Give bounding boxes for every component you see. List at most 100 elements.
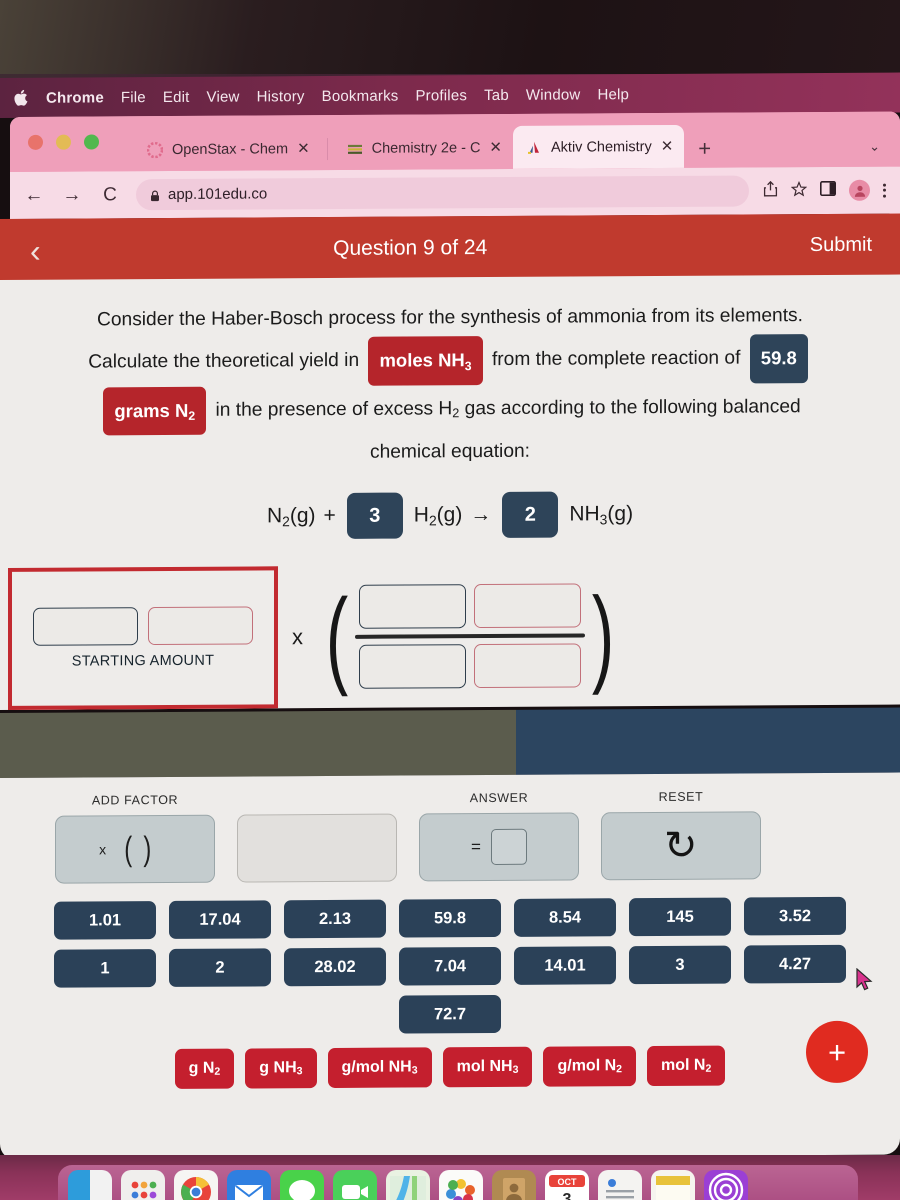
numerator-value-slot[interactable] bbox=[358, 584, 466, 629]
unit-button-g-nh3[interactable]: g NH 3 bbox=[245, 1048, 317, 1089]
minimize-window-button[interactable] bbox=[56, 134, 71, 150]
coefficient-h2[interactable]: 3 bbox=[346, 492, 403, 539]
finder-icon[interactable] bbox=[68, 1170, 112, 1200]
unit-text: g/mol NH bbox=[341, 1058, 412, 1076]
menu-item-file[interactable]: File bbox=[121, 89, 146, 106]
maps-icon[interactable] bbox=[386, 1170, 430, 1200]
tabs-container: OpenStax - Chem ✕ Chemistry 2e - C ✕ Akt… bbox=[134, 122, 711, 172]
keypad-button[interactable]: 4.27 bbox=[744, 944, 846, 984]
reload-icon[interactable]: C bbox=[98, 184, 122, 206]
podcasts-icon[interactable] bbox=[704, 1170, 748, 1200]
facetime-icon[interactable] bbox=[333, 1170, 377, 1200]
submit-button[interactable]: Submit bbox=[810, 234, 872, 257]
question-line-3-a: in the presence of excess H bbox=[215, 397, 453, 421]
keypad-button[interactable]: 59.8 bbox=[399, 898, 501, 938]
menu-item-help[interactable]: Help bbox=[597, 86, 629, 103]
back-icon[interactable]: ← bbox=[22, 184, 46, 206]
menu-item-edit[interactable]: Edit bbox=[163, 88, 190, 105]
tab-openstax[interactable]: OpenStax - Chem ✕ bbox=[134, 127, 321, 171]
numerator-row bbox=[355, 577, 585, 634]
keypad-button[interactable]: 1 bbox=[54, 949, 156, 988]
equation-reactant-n2: N2(g) bbox=[267, 504, 316, 529]
keypad-button[interactable]: 2 bbox=[169, 948, 271, 987]
notes-icon[interactable] bbox=[651, 1170, 695, 1200]
menu-item-window[interactable]: Window bbox=[526, 86, 581, 103]
unit-button-gmol-nh3[interactable]: g/mol NH 3 bbox=[327, 1047, 432, 1088]
empty-drop-slot[interactable] bbox=[237, 813, 397, 883]
share-icon[interactable] bbox=[763, 180, 778, 201]
keypad-button[interactable]: 17.04 bbox=[169, 900, 271, 939]
kebab-menu-icon[interactable] bbox=[883, 183, 886, 198]
address-bar[interactable]: app.101edu.co bbox=[136, 175, 749, 211]
calendar-icon[interactable]: OCT 3 bbox=[545, 1170, 589, 1200]
close-window-button[interactable] bbox=[28, 134, 43, 150]
badge-amount: 59.8 bbox=[749, 334, 808, 383]
maximize-window-button[interactable] bbox=[84, 134, 99, 150]
add-floating-action-button[interactable]: + bbox=[806, 1020, 868, 1084]
starting-amount-value-slot[interactable] bbox=[33, 607, 138, 646]
tab-chemistry-2e[interactable]: Chemistry 2e - C ✕ bbox=[334, 126, 513, 170]
coefficient-nh3[interactable]: 2 bbox=[502, 491, 559, 538]
forward-icon[interactable]: → bbox=[60, 184, 84, 206]
unit-button-gmol-n2[interactable]: g/mol N2 bbox=[543, 1046, 637, 1087]
messages-icon[interactable] bbox=[280, 1170, 324, 1200]
keypad-button[interactable]: 2.13 bbox=[284, 899, 386, 939]
question-line-2-b: from the complete reaction of bbox=[491, 348, 741, 371]
tab-aktiv-chemistry[interactable]: Aktiv Chemistry ✕ bbox=[513, 124, 685, 169]
close-icon[interactable]: ✕ bbox=[297, 140, 310, 157]
menu-item-profiles[interactable]: Profiles bbox=[415, 87, 467, 104]
add-factor-button[interactable]: x () bbox=[55, 814, 215, 884]
h2-sub: 2 bbox=[428, 512, 437, 529]
chrome-icon[interactable] bbox=[174, 1170, 218, 1200]
new-tab-button[interactable]: + bbox=[698, 136, 711, 161]
answer-button[interactable]: = bbox=[419, 812, 579, 882]
keypad-button[interactable]: 72.7 bbox=[399, 994, 501, 1034]
keypad-button[interactable]: 3 bbox=[629, 945, 731, 985]
numerator-unit-slot[interactable] bbox=[473, 583, 581, 629]
side-panel-icon[interactable] bbox=[820, 180, 836, 200]
keypad-button[interactable]: 145 bbox=[629, 897, 731, 937]
unit-button-mol-n2[interactable]: mol N2 bbox=[647, 1045, 726, 1087]
settings-icon[interactable] bbox=[598, 1170, 642, 1200]
keypad-button[interactable]: 1.01 bbox=[54, 901, 156, 940]
unit-button-mol-nh3[interactable]: mol NH 3 bbox=[442, 1046, 533, 1088]
page-title: Question 9 of 24 bbox=[333, 235, 488, 260]
mail-icon[interactable] bbox=[227, 1170, 271, 1200]
launchpad-icon[interactable] bbox=[121, 1170, 165, 1200]
reset-button[interactable]: ↺ bbox=[601, 811, 761, 881]
question-line-3: grams N2 in the presence of excess H2 ga… bbox=[30, 382, 870, 435]
close-icon[interactable]: ✕ bbox=[489, 139, 502, 156]
menu-item-history[interactable]: History bbox=[257, 88, 305, 105]
profile-avatar-icon[interactable] bbox=[849, 179, 870, 201]
keypad-button[interactable]: 14.01 bbox=[514, 946, 616, 985]
keypad-button[interactable]: 8.54 bbox=[514, 898, 616, 937]
aktiv-icon bbox=[526, 139, 542, 155]
window-controls[interactable] bbox=[28, 134, 99, 150]
close-icon[interactable]: ✕ bbox=[661, 138, 674, 155]
menu-item-chrome[interactable]: Chrome bbox=[46, 89, 104, 106]
menu-item-bookmarks[interactable]: Bookmarks bbox=[322, 87, 399, 104]
keypad-button[interactable]: 3.52 bbox=[744, 896, 846, 936]
apple-logo-icon[interactable] bbox=[14, 89, 29, 107]
unit-text: mol N bbox=[661, 1056, 706, 1074]
starting-amount-unit-slot[interactable] bbox=[148, 606, 253, 646]
unit-button-g-n2[interactable]: g N2 bbox=[174, 1048, 235, 1089]
nh3-state: (g) bbox=[607, 502, 634, 526]
chrome-window: OpenStax - Chem ✕ Chemistry 2e - C ✕ Akt… bbox=[10, 111, 900, 219]
equation-plus: + bbox=[323, 503, 336, 528]
dimensional-analysis-work-area: STARTING AMOUNT x ( ) bbox=[0, 560, 900, 713]
answer-input-slot[interactable] bbox=[490, 828, 527, 866]
denominator-value-slot[interactable] bbox=[358, 644, 466, 689]
starting-amount-box[interactable]: STARTING AMOUNT bbox=[8, 566, 278, 710]
chevron-down-icon[interactable]: ⌄ bbox=[869, 139, 900, 155]
menu-item-tab[interactable]: Tab bbox=[484, 86, 509, 103]
denominator-unit-slot[interactable] bbox=[473, 643, 581, 689]
keypad-button[interactable]: 28.02 bbox=[284, 947, 386, 987]
star-icon[interactable] bbox=[790, 180, 808, 201]
photos-icon[interactable] bbox=[439, 1170, 483, 1200]
keypad-button[interactable]: 7.04 bbox=[399, 946, 501, 986]
menu-item-view[interactable]: View bbox=[207, 88, 240, 105]
numeric-keypad: 1.01 17.04 2.13 59.8 8.54 145 3.52 1 2 2… bbox=[0, 879, 900, 1036]
starting-amount-slots bbox=[33, 606, 253, 646]
contacts-icon[interactable] bbox=[492, 1170, 536, 1200]
